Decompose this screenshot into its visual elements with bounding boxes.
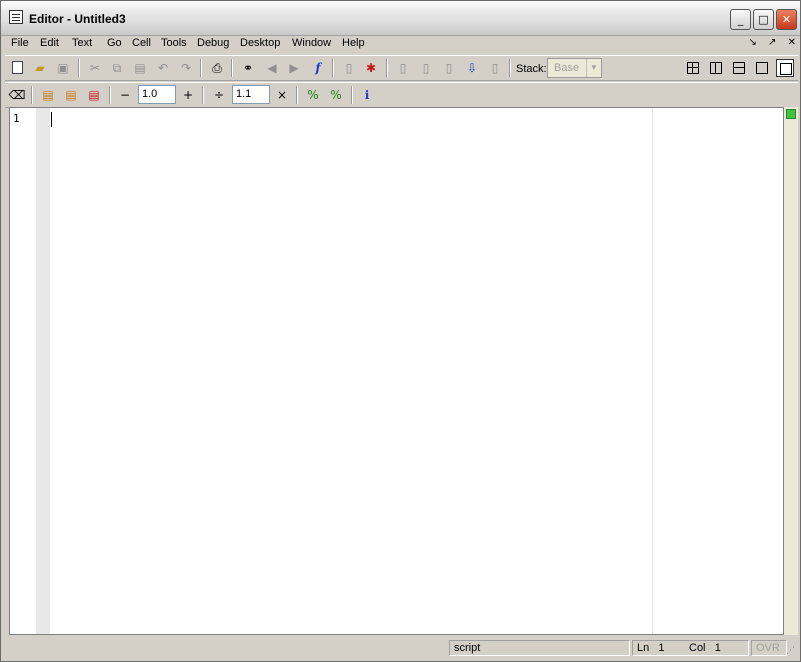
- comment-out-icon[interactable]: %: [327, 86, 345, 104]
- back-arrow-icon[interactable]: ◀: [263, 59, 281, 77]
- col-value: 1: [714, 642, 721, 654]
- editor-window: Editor - Untitled3 _ □ ✕ File Edit Text …: [0, 0, 801, 662]
- right-margin-line: [652, 108, 653, 634]
- menu-help[interactable]: Help: [342, 37, 365, 49]
- menu-tools[interactable]: Tools: [161, 37, 187, 49]
- increment-value-field[interactable]: 1.0: [138, 85, 176, 104]
- menu-window[interactable]: Window: [292, 37, 331, 49]
- layout-maximize-icon[interactable]: [776, 59, 794, 77]
- ln-label: Ln: [637, 642, 650, 654]
- print-icon[interactable]: ⎙: [208, 59, 226, 77]
- close-button[interactable]: ✕: [776, 9, 797, 30]
- resize-grip-icon[interactable]: ⋰: [786, 646, 798, 658]
- paste-icon[interactable]: ▤: [131, 59, 149, 77]
- line-number-gutter: 1: [10, 108, 36, 634]
- dock-controls: ↘ ↗ ✕: [740, 37, 796, 48]
- step-out-icon[interactable]: ▯: [440, 59, 458, 77]
- menu-debug[interactable]: Debug: [197, 37, 229, 49]
- step-in-icon[interactable]: ▯: [417, 59, 435, 77]
- code-analyzer-status-icon[interactable]: [786, 109, 796, 119]
- save-icon[interactable]: ▣: [54, 59, 72, 77]
- stack-label: Stack:: [516, 63, 547, 75]
- editor-app-icon: [9, 10, 23, 24]
- stack-dropdown[interactable]: Base ▼: [547, 58, 602, 78]
- eval-advance-icon[interactable]: ▤: [85, 86, 103, 104]
- toolbar-separator: [109, 86, 111, 104]
- toolbar-separator: [231, 59, 233, 77]
- toolbar-separator: [351, 86, 353, 104]
- undock-icon[interactable]: ↘: [748, 37, 756, 48]
- toolbar-separator: [332, 59, 334, 77]
- set-breakpoint-icon[interactable]: ▯: [340, 59, 358, 77]
- text-caret: [51, 112, 52, 127]
- menu-go[interactable]: Go: [107, 37, 122, 49]
- toolbar-separator: [78, 59, 80, 77]
- overwrite-status: OVR: [751, 640, 787, 656]
- cell-toolbar: ⌫ ▤ ▤ ▤ − 1.0 + ÷ 1.1 × % % ℹ: [5, 82, 798, 108]
- continue-icon[interactable]: ⇩: [463, 59, 481, 77]
- status-bar: script Ln 1 Col 1 OVR ⋰: [5, 638, 798, 658]
- menu-edit[interactable]: Edit: [40, 37, 59, 49]
- layout-float-icon[interactable]: [753, 59, 771, 77]
- forward-arrow-icon[interactable]: ▶: [285, 59, 303, 77]
- toolbar-separator: [296, 86, 298, 104]
- toolbar-separator: [202, 86, 204, 104]
- layout-split-vertical-icon[interactable]: [707, 59, 725, 77]
- line-number: 1: [13, 112, 20, 125]
- menu-desktop[interactable]: Desktop: [240, 37, 280, 49]
- file-type-status: script: [449, 640, 630, 656]
- divide-button[interactable]: ÷: [210, 86, 228, 104]
- clear-breakpoints-icon[interactable]: ✱: [362, 59, 380, 77]
- stack-value: Base: [554, 62, 580, 74]
- window-title: Editor - Untitled3: [29, 12, 126, 26]
- menu-file[interactable]: File: [11, 37, 29, 49]
- binoculars-icon[interactable]: ⚭: [239, 59, 257, 77]
- toolbar-separator: [31, 86, 33, 104]
- comment-in-icon[interactable]: %: [304, 86, 322, 104]
- pin-icon[interactable]: ↗: [768, 37, 776, 48]
- menu-text[interactable]: Text: [72, 37, 92, 49]
- exit-debug-icon[interactable]: ▯: [486, 59, 504, 77]
- divide-value-field[interactable]: 1.1: [232, 85, 270, 104]
- layout-grid-icon[interactable]: [684, 59, 702, 77]
- cursor-position-status: Ln 1 Col 1: [632, 640, 749, 656]
- main-toolbar: ▰ ▣ ✂ ⧉ ▤ ↶ ↷ ⎙ ⚭ ◀ ▶ f ▯ ✱ ▯ ▯ ▯ ⇩ ▯ St…: [5, 55, 798, 81]
- step-icon[interactable]: ▯: [394, 59, 412, 77]
- decrement-button[interactable]: −: [116, 86, 134, 104]
- menu-bar: File Edit Text Go Cell Tools Debug Deskt…: [5, 35, 798, 53]
- layout-split-horizontal-icon[interactable]: [730, 59, 748, 77]
- toolbar-separator: [509, 59, 511, 77]
- ln-value: 1: [658, 642, 665, 654]
- cut-icon[interactable]: ✂: [86, 59, 104, 77]
- function-icon[interactable]: f: [309, 59, 327, 77]
- maximize-button[interactable]: □: [753, 9, 774, 30]
- close-doc-icon[interactable]: ✕: [788, 37, 796, 48]
- multiply-button[interactable]: ×: [273, 86, 291, 104]
- redo-icon[interactable]: ↷: [177, 59, 195, 77]
- title-bar[interactable]: Editor - Untitled3 _ □ ✕: [1, 1, 800, 36]
- col-label: Col: [689, 642, 706, 654]
- undo-icon[interactable]: ↶: [154, 59, 172, 77]
- chevron-down-icon: ▼: [586, 59, 601, 77]
- insert-cell-icon[interactable]: ▤: [39, 86, 57, 104]
- minimize-button[interactable]: _: [730, 9, 751, 30]
- eval-cell-icon[interactable]: ▤: [62, 86, 80, 104]
- code-folding-column[interactable]: [36, 108, 50, 634]
- menu-cell[interactable]: Cell: [132, 37, 151, 49]
- copy-icon[interactable]: ⧉: [108, 59, 126, 77]
- info-icon[interactable]: ℹ: [358, 86, 376, 104]
- eraser-icon[interactable]: ⌫: [8, 86, 26, 104]
- open-folder-icon[interactable]: ▰: [31, 59, 49, 77]
- vertical-scrollbar[interactable]: [784, 107, 798, 635]
- increment-button[interactable]: +: [179, 86, 197, 104]
- new-file-icon[interactable]: [8, 59, 26, 77]
- code-editor[interactable]: 1: [9, 107, 784, 635]
- toolbar-separator: [200, 59, 202, 77]
- toolbar-separator: [386, 59, 388, 77]
